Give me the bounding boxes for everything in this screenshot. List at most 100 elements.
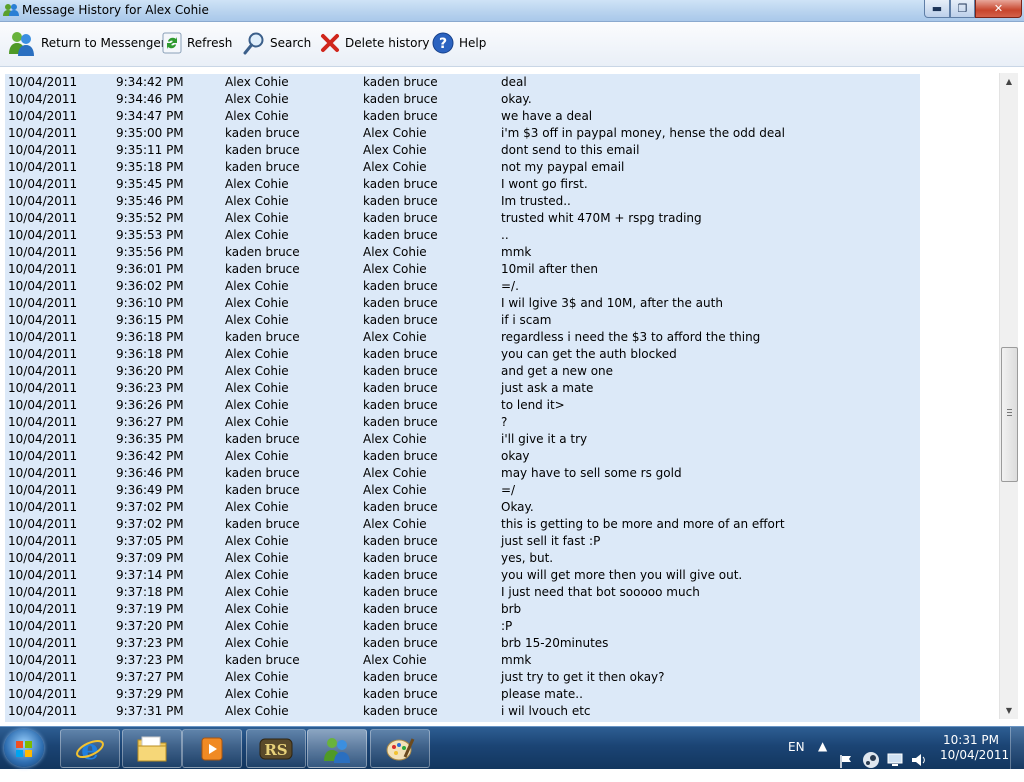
- maximize-button[interactable]: ❐: [950, 0, 975, 18]
- message-text: ..: [501, 228, 509, 242]
- action-center-flag-icon[interactable]: [838, 740, 854, 782]
- message-row[interactable]: 10/04/2011 9:37:18 PM Alex Cohie kaden bruc…: [5, 584, 920, 601]
- message-from: Alex Cohie: [225, 109, 289, 123]
- taskbar-internet-explorer[interactable]: e: [60, 729, 120, 768]
- network-icon[interactable]: [886, 739, 904, 781]
- message-row[interactable]: 10/04/2011 9:36:18 PM kaden bruce Alex Cohi…: [5, 329, 920, 346]
- minimize-button[interactable]: ▬: [924, 0, 950, 18]
- volume-icon[interactable]: [910, 739, 928, 781]
- message-date: 10/04/2011: [8, 364, 78, 378]
- taskbar-messenger[interactable]: [307, 729, 367, 768]
- message-row[interactable]: 10/04/2011 9:37:14 PM Alex Cohie kaden bruc…: [5, 567, 920, 584]
- message-row[interactable]: 10/04/2011 9:37:05 PM Alex Cohie kaden bruc…: [5, 533, 920, 550]
- message-row[interactable]: 10/04/2011 9:36:42 PM Alex Cohie kaden bruc…: [5, 448, 920, 465]
- message-row[interactable]: 10/04/2011 9:35:18 PM kaden bruce Alex Cohi…: [5, 159, 920, 176]
- start-button[interactable]: [4, 729, 44, 767]
- message-row[interactable]: 10/04/2011 9:35:56 PM kaden bruce Alex Cohi…: [5, 244, 920, 261]
- taskbar-paint[interactable]: [370, 729, 430, 768]
- media-player-icon: [201, 737, 223, 760]
- language-indicator[interactable]: EN: [788, 740, 805, 782]
- message-row[interactable]: 10/04/2011 9:36:23 PM Alex Cohie kaden bruc…: [5, 380, 920, 397]
- message-row[interactable]: 10/04/2011 9:37:27 PM Alex Cohie kaden bruc…: [5, 669, 920, 686]
- close-button[interactable]: ✕: [975, 0, 1022, 18]
- message-row[interactable]: 10/04/2011 9:37:02 PM Alex Cohie kaden bruc…: [5, 499, 920, 516]
- message-list[interactable]: 10/04/2011 9:34:42 PM Alex Cohie kaden bruc…: [5, 74, 920, 722]
- message-row[interactable]: 10/04/2011 9:37:20 PM Alex Cohie kaden bruc…: [5, 618, 920, 635]
- message-row[interactable]: 10/04/2011 9:36:49 PM kaden bruce Alex Cohi…: [5, 482, 920, 499]
- message-row[interactable]: 10/04/2011 9:36:02 PM Alex Cohie kaden bruc…: [5, 278, 920, 295]
- message-time: 9:34:47 PM: [116, 109, 184, 123]
- message-time: 9:36:35 PM: [116, 432, 184, 446]
- minimize-icon: ▬: [931, 2, 943, 15]
- message-text: okay.: [501, 92, 532, 106]
- message-date: 10/04/2011: [8, 585, 78, 599]
- message-row[interactable]: 10/04/2011 9:36:46 PM kaden bruce Alex Cohi…: [5, 465, 920, 482]
- message-row[interactable]: 10/04/2011 9:35:45 PM Alex Cohie kaden bruc…: [5, 176, 920, 193]
- system-clock[interactable]: 10:31 PM 10/04/2011: [940, 733, 1009, 763]
- message-from: Alex Cohie: [225, 398, 289, 412]
- taskbar-media-player[interactable]: [182, 729, 242, 768]
- message-row[interactable]: 10/04/2011 9:34:47 PM Alex Cohie kaden bruc…: [5, 108, 920, 125]
- message-from: kaden bruce: [225, 160, 300, 174]
- message-text: okay: [501, 449, 530, 463]
- message-row[interactable]: 10/04/2011 9:36:26 PM Alex Cohie kaden bruc…: [5, 397, 920, 414]
- message-row[interactable]: 10/04/2011 9:37:02 PM kaden bruce Alex Cohi…: [5, 516, 920, 533]
- message-date: 10/04/2011: [8, 160, 78, 174]
- message-to: Alex Cohie: [363, 466, 427, 480]
- svg-text:RS: RS: [264, 741, 287, 759]
- vertical-scrollbar[interactable]: ▲ ▼: [999, 73, 1018, 719]
- message-row[interactable]: 10/04/2011 9:34:46 PM Alex Cohie kaden bruc…: [5, 91, 920, 108]
- chevron-down-icon: ▼: [1005, 706, 1013, 715]
- message-row[interactable]: 10/04/2011 9:35:11 PM kaden bruce Alex Cohi…: [5, 142, 920, 159]
- return-to-messenger-button[interactable]: Return to Messenger: [8, 30, 166, 56]
- message-row[interactable]: 10/04/2011 9:37:23 PM kaden bruce Alex Cohi…: [5, 652, 920, 669]
- message-row[interactable]: 10/04/2011 9:35:00 PM kaden bruce Alex Cohi…: [5, 125, 920, 142]
- message-row[interactable]: 10/04/2011 9:37:31 PM Alex Cohie kaden bruc…: [5, 703, 920, 720]
- message-row[interactable]: 10/04/2011 9:36:10 PM Alex Cohie kaden bruc…: [5, 295, 920, 312]
- message-row[interactable]: 10/04/2011 9:37:19 PM Alex Cohie kaden bruc…: [5, 601, 920, 618]
- help-button[interactable]: ? Help: [432, 30, 486, 56]
- message-text: i wil lvouch etc: [501, 704, 591, 718]
- show-desktop-button[interactable]: [1010, 727, 1024, 769]
- message-row[interactable]: 10/04/2011 9:37:23 PM Alex Cohie kaden bruc…: [5, 635, 920, 652]
- message-row[interactable]: 10/04/2011 9:36:35 PM kaden bruce Alex Cohi…: [5, 431, 920, 448]
- taskbar-runescape[interactable]: RS: [246, 729, 306, 768]
- runescape-icon: RS: [259, 738, 293, 759]
- search-button[interactable]: Search: [243, 30, 311, 56]
- title-bar[interactable]: Message History for Alex Cohie ▬ ❐ ✕: [0, 0, 1024, 22]
- refresh-button[interactable]: Refresh: [162, 30, 232, 56]
- taskbar-explorer[interactable]: [122, 729, 182, 768]
- message-row[interactable]: 10/04/2011 9:37:29 PM Alex Cohie kaden bruc…: [5, 686, 920, 703]
- message-row[interactable]: 10/04/2011 9:36:01 PM kaden bruce Alex Cohi…: [5, 261, 920, 278]
- svg-text:e: e: [81, 734, 99, 764]
- message-row[interactable]: 10/04/2011 9:36:18 PM Alex Cohie kaden bruc…: [5, 346, 920, 363]
- message-text: dont send to this email: [501, 143, 640, 157]
- scroll-down-button[interactable]: ▼: [1000, 702, 1018, 719]
- message-row[interactable]: 10/04/2011 9:36:15 PM Alex Cohie kaden bruc…: [5, 312, 920, 329]
- message-row[interactable]: 10/04/2011 9:34:42 PM Alex Cohie kaden bruc…: [5, 74, 920, 91]
- message-row[interactable]: 10/04/2011 9:36:27 PM Alex Cohie kaden bruc…: [5, 414, 920, 431]
- message-time: 9:36:42 PM: [116, 449, 184, 463]
- message-row[interactable]: 10/04/2011 9:37:09 PM Alex Cohie kaden bruc…: [5, 550, 920, 567]
- message-row[interactable]: 10/04/2011 9:36:20 PM Alex Cohie kaden bruc…: [5, 363, 920, 380]
- message-date: 10/04/2011: [8, 500, 78, 514]
- message-text: I wil lgive 3$ and 10M, after the auth: [501, 296, 723, 310]
- message-row[interactable]: 10/04/2011 9:35:53 PM Alex Cohie kaden bruc…: [5, 227, 920, 244]
- message-row[interactable]: 10/04/2011 9:35:52 PM Alex Cohie kaden bruc…: [5, 210, 920, 227]
- message-time: 9:36:23 PM: [116, 381, 184, 395]
- delete-history-button[interactable]: Delete history: [320, 30, 430, 56]
- message-time: 9:37:27 PM: [116, 670, 184, 684]
- steam-icon[interactable]: [862, 739, 880, 781]
- message-date: 10/04/2011: [8, 381, 78, 395]
- scrollbar-thumb[interactable]: [1001, 347, 1018, 482]
- message-time: 9:37:23 PM: [116, 653, 184, 667]
- message-text: just try to get it then okay?: [501, 670, 665, 684]
- message-row[interactable]: 10/04/2011 9:35:46 PM Alex Cohie kaden bruc…: [5, 193, 920, 210]
- show-hidden-icons-icon[interactable]: ▲: [818, 739, 827, 781]
- message-to: Alex Cohie: [363, 330, 427, 344]
- message-to: kaden bruce: [363, 585, 438, 599]
- message-to: kaden bruce: [363, 109, 438, 123]
- message-date: 10/04/2011: [8, 279, 78, 293]
- scroll-up-button[interactable]: ▲: [1000, 73, 1018, 90]
- message-date: 10/04/2011: [8, 704, 78, 718]
